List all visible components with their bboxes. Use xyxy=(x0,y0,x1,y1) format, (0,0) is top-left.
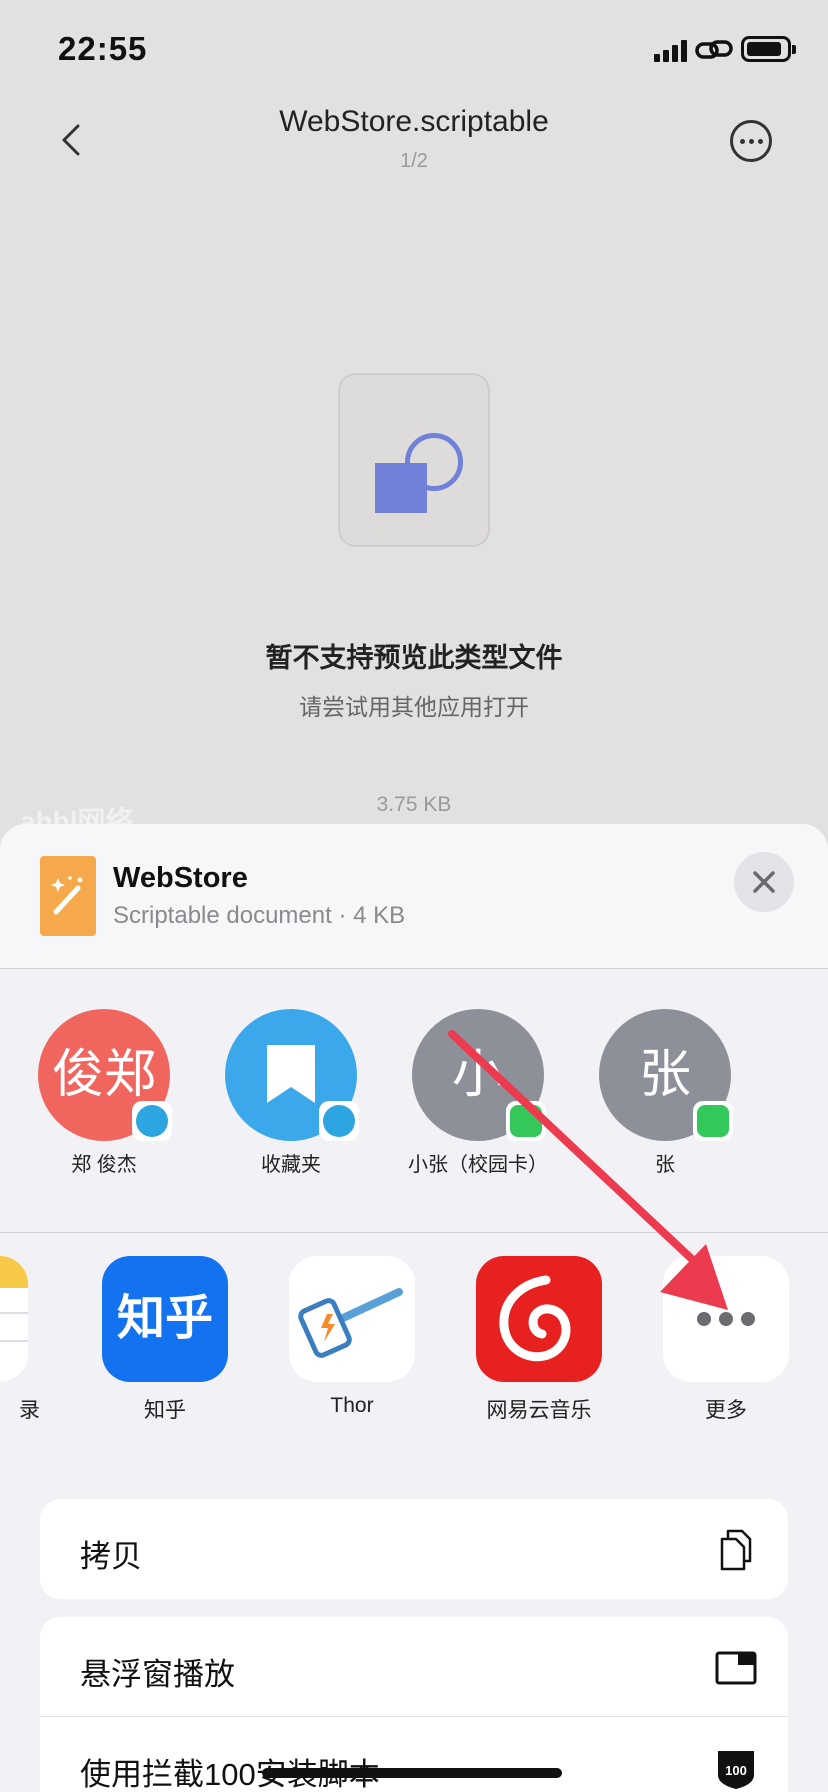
more-options-icon[interactable] xyxy=(730,120,772,162)
action-lanjie100[interactable]: 使用拦截100安装脚本 100 xyxy=(40,1717,788,1792)
close-icon xyxy=(753,871,775,893)
person-zheng-junjie[interactable]: 俊郑 郑 俊杰 xyxy=(34,1009,174,1178)
apps-row: 录 知乎 知乎 Thor 网易云音乐 更多 xyxy=(0,1232,828,1462)
app-notes[interactable]: 录 xyxy=(0,1256,40,1424)
battery-icon xyxy=(741,36,796,62)
vpn-link-icon xyxy=(695,40,733,59)
svg-text:100: 100 xyxy=(725,1763,747,1778)
notes-icon xyxy=(0,1256,28,1382)
person-name: 小张（校园卡） xyxy=(408,1154,548,1176)
status-bar: 22:55 xyxy=(0,0,828,100)
action-copy[interactable]: 拷贝 xyxy=(40,1499,788,1599)
app-name: 录 xyxy=(19,1399,40,1422)
app-name: Thor xyxy=(330,1394,374,1417)
document-name: WebStore xyxy=(113,862,248,894)
close-button[interactable] xyxy=(734,852,794,912)
status-time: 22:55 xyxy=(58,30,148,67)
people-suggestions: 俊郑 郑 俊杰 收藏夹 小 小张（校园卡） 张 张 xyxy=(0,969,828,1219)
share-sheet: WebStore Scriptable document · 4 KB 俊郑 郑… xyxy=(0,824,828,1792)
actions-group-1: 拷贝 xyxy=(40,1499,788,1599)
action-pip[interactable]: 悬浮窗播放 xyxy=(40,1617,788,1717)
person-name: 郑 俊杰 xyxy=(71,1154,137,1176)
messages-icon xyxy=(693,1101,733,1141)
app-name: 网易云音乐 xyxy=(486,1399,592,1422)
bookmark-icon xyxy=(267,1045,315,1103)
action-label: 拷贝 xyxy=(80,1539,142,1574)
app-name: 知乎 xyxy=(144,1399,186,1422)
zhihu-icon: 知乎 xyxy=(102,1256,228,1382)
app-thor[interactable]: Thor xyxy=(277,1256,427,1418)
scriptable-document-icon xyxy=(40,856,96,936)
preview-unsupported-message: 暂不支持预览此类型文件 xyxy=(265,643,563,673)
cellular-signal-icon xyxy=(654,38,688,62)
app-name: 更多 xyxy=(705,1399,747,1422)
person-xiaozhang[interactable]: 小 小张（校园卡） xyxy=(408,1009,548,1178)
telegram-icon xyxy=(132,1101,172,1141)
page-indicator: 1/2 xyxy=(400,150,428,172)
telegram-icon xyxy=(319,1101,359,1141)
app-zhihu[interactable]: 知乎 知乎 xyxy=(90,1256,240,1424)
person-favorites[interactable]: 收藏夹 xyxy=(221,1009,361,1178)
app-netease-music[interactable]: 网易云音乐 xyxy=(464,1256,614,1424)
copy-icon xyxy=(720,1529,752,1571)
share-sheet-header: WebStore Scriptable document · 4 KB xyxy=(0,824,828,968)
app-more[interactable]: 更多 xyxy=(651,1256,801,1424)
preview-hint: 请尝试用其他应用打开 xyxy=(299,694,529,720)
person-name: 收藏夹 xyxy=(261,1154,321,1176)
page-title: WebStore.scriptable xyxy=(279,105,549,138)
lanjie100-icon: 100 xyxy=(718,1751,754,1789)
person-zhang[interactable]: 张 张 xyxy=(595,1009,735,1178)
actions-group-2: 悬浮窗播放 使用拦截100安装脚本 100 xyxy=(40,1617,788,1792)
thor-icon xyxy=(289,1256,415,1382)
netease-music-icon xyxy=(476,1256,602,1382)
person-name: 张 xyxy=(655,1154,675,1176)
messages-icon xyxy=(506,1101,546,1141)
document-meta: Scriptable document · 4 KB xyxy=(113,902,406,929)
more-icon xyxy=(663,1256,789,1382)
home-indicator xyxy=(262,1768,562,1778)
picture-in-picture-icon xyxy=(715,1651,757,1685)
action-label: 悬浮窗播放 xyxy=(80,1657,235,1692)
scriptable-file-icon xyxy=(338,373,490,547)
